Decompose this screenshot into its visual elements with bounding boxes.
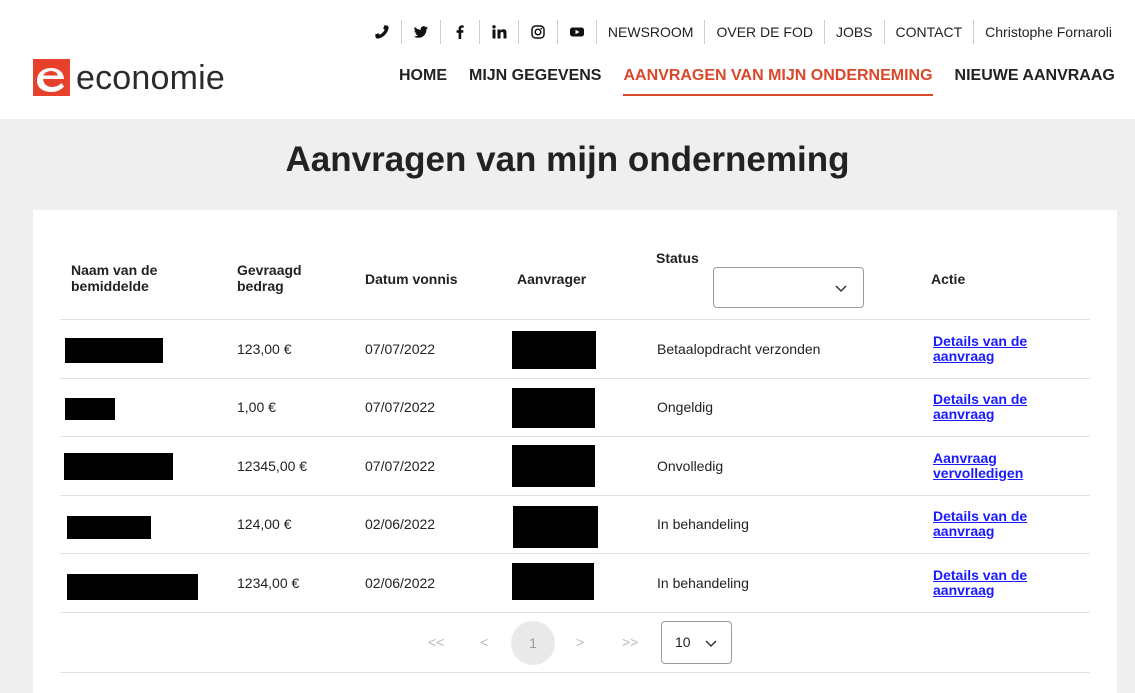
redacted-naam (65, 338, 163, 363)
table-row: 12345,00 € 07/07/2022 Onvolledig Aanvraa… (60, 437, 1090, 496)
contact-link[interactable]: CONTACT (883, 20, 974, 44)
table-row: 124,00 € 02/06/2022 In behandeling Detai… (60, 496, 1090, 554)
newsroom-link[interactable]: NEWSROOM (595, 20, 705, 44)
cell-datum: 02/06/2022 (365, 516, 436, 533)
header-naam: Naam van de bemiddelde (71, 262, 158, 294)
cell-bedrag: 124,00 € (237, 516, 292, 533)
cell-bedrag: 1,00 € (237, 399, 276, 416)
header-aanvrager: Aanvrager (517, 271, 587, 287)
header-status: Status (656, 250, 699, 266)
phone-icon[interactable] (363, 20, 401, 44)
table-row: 123,00 € 07/07/2022 Betaalopdracht verzo… (60, 320, 1090, 379)
page-title: Aanvragen van mijn onderneming (285, 140, 850, 179)
facebook-icon[interactable] (439, 20, 479, 44)
redacted-aanvrager (512, 563, 594, 600)
cell-status: Ongeldig (657, 399, 714, 416)
requests-card: Naam van de bemiddelde Gevraagd bedrag D… (33, 210, 1117, 693)
redacted-aanvrager (512, 445, 595, 487)
redacted-naam (65, 397, 115, 420)
twitter-icon[interactable] (400, 20, 440, 44)
cell-datum: 07/07/2022 (365, 340, 436, 357)
cell-status: In behandeling (657, 516, 749, 533)
redacted-naam (64, 453, 173, 480)
cell-bedrag: 1234,00 € (237, 574, 300, 591)
over-de-fod-link[interactable]: OVER DE FOD (704, 20, 823, 44)
logo-text: economie (76, 58, 226, 97)
header-bedrag: Gevraagd bedrag (237, 262, 302, 294)
linkedin-icon[interactable] (478, 20, 518, 44)
table-row: 1,00 € 07/07/2022 Ongeldig Details van d… (60, 379, 1090, 437)
redacted-naam (67, 515, 151, 539)
main-navigation: HOME MIJN GEGEVENS AANVRAGEN VAN MIJN ON… (399, 64, 1135, 96)
top-bar: NEWSROOM OVER DE FOD JOBS CONTACT Christ… (363, 20, 1123, 44)
nav-aanvragen-van-mijn-onderneming[interactable]: AANVRAGEN VAN MIJN ONDERNEMING (623, 64, 933, 96)
cell-status: In behandeling (657, 574, 749, 591)
header-datum: Datum vonnis (365, 271, 458, 287)
cell-datum: 02/06/2022 (365, 574, 436, 591)
cell-datum: 07/07/2022 (365, 457, 436, 474)
current-page-button[interactable]: 1 (511, 620, 555, 665)
logo-e-icon (33, 59, 70, 96)
economie-logo[interactable]: economie (33, 55, 225, 100)
previous-page-button[interactable]: < (480, 634, 488, 650)
site-header: NEWSROOM OVER DE FOD JOBS CONTACT Christ… (0, 0, 1135, 119)
youtube-icon[interactable] (556, 20, 596, 44)
complete-request-link[interactable]: Aanvraag vervolledigen (933, 450, 1043, 481)
details-link[interactable]: Details van de aanvraag (933, 392, 1053, 422)
redacted-naam (67, 574, 198, 600)
cell-status: Betaalopdracht verzonden (657, 340, 821, 357)
details-link[interactable]: Details van de aanvraag (933, 509, 1053, 539)
nav-home[interactable]: HOME (399, 64, 447, 96)
user-name-link[interactable]: Christophe Fornaroli (973, 20, 1123, 44)
next-page-button[interactable]: > (576, 634, 584, 650)
status-filter-select[interactable] (713, 267, 864, 308)
page-size-select[interactable]: 10 (661, 620, 732, 664)
table-header: Naam van de bemiddelde Gevraagd bedrag D… (60, 243, 1090, 320)
redacted-aanvrager (512, 387, 595, 428)
nav-nieuwe-aanvraag[interactable]: NIEUWE AANVRAAG (955, 64, 1115, 96)
chevron-down-icon (835, 285, 847, 293)
cell-bedrag: 12345,00 € (237, 457, 308, 474)
last-page-button[interactable]: >> (622, 634, 638, 650)
redacted-aanvrager (512, 331, 596, 369)
requests-table: Naam van de bemiddelde Gevraagd bedrag D… (60, 243, 1090, 673)
cell-status: Onvolledig (657, 457, 724, 474)
instagram-icon[interactable] (517, 20, 557, 44)
cell-datum: 07/07/2022 (365, 399, 436, 416)
chevron-down-icon (705, 639, 717, 647)
page-size-value: 10 (675, 633, 691, 650)
jobs-link[interactable]: JOBS (823, 20, 884, 44)
redacted-aanvrager (513, 505, 598, 548)
header-actie: Actie (931, 271, 966, 287)
nav-mijn-gegevens[interactable]: MIJN GEGEVENS (469, 64, 601, 96)
details-link[interactable]: Details van de aanvraag (933, 333, 1053, 364)
details-link[interactable]: Details van de aanvraag (933, 567, 1053, 598)
cell-bedrag: 123,00 € (237, 340, 292, 357)
first-page-button[interactable]: << (428, 634, 444, 650)
pagination: << < 1 > >> 10 (60, 613, 1090, 673)
table-row: 1234,00 € 02/06/2022 In behandeling Deta… (60, 554, 1090, 613)
